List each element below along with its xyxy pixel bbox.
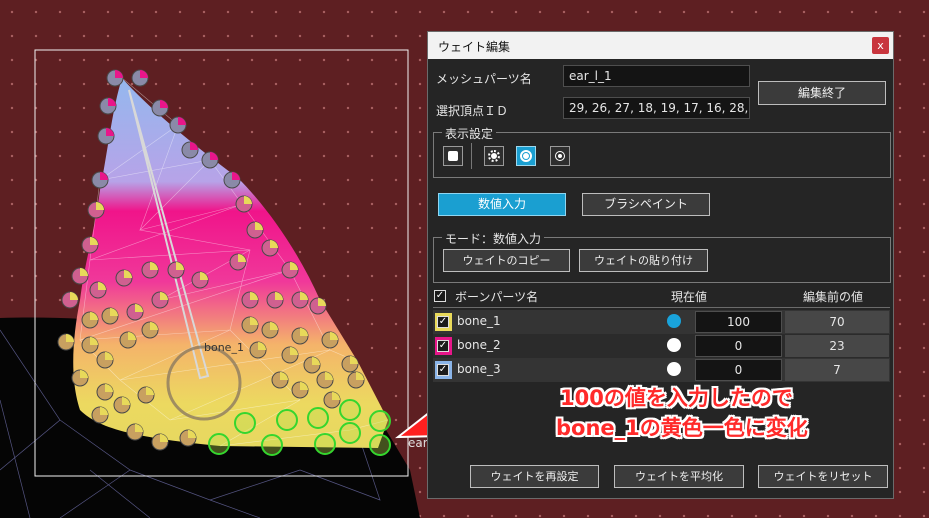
paste-weight-button[interactable]: ウェイトの貼り付け <box>579 249 708 272</box>
bone-select-radio[interactable] <box>667 314 681 328</box>
selected-vertex[interactable] <box>314 433 336 455</box>
copy-weight-button[interactable]: ウェイトのコピー <box>443 249 570 272</box>
current-value-input[interactable]: 100 <box>695 311 782 333</box>
bone-label: bone_1 <box>204 341 244 354</box>
selected-vertex[interactable] <box>339 399 361 421</box>
mesh-part-field[interactable]: ear_l_1 <box>563 65 750 87</box>
bone-visible-checkbox[interactable]: ✓ <box>437 364 449 376</box>
vertex-weight-wedge <box>318 298 326 306</box>
annotation-line-1: 100の値を入力したので <box>560 386 793 410</box>
annotation-line-2: bone_1の黄色一色に変化 <box>556 416 808 440</box>
mode-group: モード：数値入力 ウェイトのコピー ウェイトの貼り付け <box>433 230 891 283</box>
col-before-value: 編集前の値 <box>803 290 864 304</box>
close-button[interactable]: x <box>872 37 889 54</box>
table-header: ✓ ボーンパーツ名 現在値 編集前の値 <box>433 285 890 308</box>
selected-vertex[interactable] <box>276 409 298 431</box>
vertex-weight-wedge <box>190 142 198 150</box>
side-label: ear <box>408 436 428 450</box>
bone-select-radio[interactable] <box>667 338 681 352</box>
vertex-weight-wedge <box>210 152 218 160</box>
vertex-weight-wedge <box>70 292 78 300</box>
finish-edit-button[interactable]: 編集終了 <box>758 81 886 105</box>
display-mode-square-icon[interactable] <box>443 146 463 166</box>
display-mode-circle-icon[interactable] <box>516 146 536 166</box>
table-row[interactable]: ✓ bone_3 0 7 <box>433 358 890 382</box>
selected-vertex[interactable] <box>234 412 256 434</box>
vertex-id-label: 選択頂点ＩＤ <box>436 104 509 118</box>
vertex-weight-wedge <box>232 172 240 180</box>
select-all-checkbox[interactable]: ✓ <box>434 290 446 302</box>
reset-weight-button[interactable]: ウェイトを再設定 <box>470 465 599 488</box>
before-value: 23 <box>785 335 889 357</box>
vertex-weight-wedge <box>350 356 358 364</box>
selected-vertex[interactable] <box>339 422 361 444</box>
vertex-id-field[interactable]: 29, 26, 27, 18, 19, 17, 16, 28, 10, <box>563 97 750 119</box>
col-bone-name: ボーンパーツ名 <box>455 290 539 304</box>
current-value-input[interactable]: 0 <box>695 359 782 381</box>
display-mode-dot-icon[interactable] <box>550 146 570 166</box>
before-value: 7 <box>785 359 889 381</box>
bone-name: bone_1 <box>457 314 501 328</box>
display-settings-legend: 表示設定 <box>442 125 497 142</box>
display-divider <box>471 143 472 169</box>
vertex-weight-wedge <box>178 117 186 125</box>
display-mode-ring-icon[interactable] <box>484 146 504 166</box>
mode-legend: モード：数値入力 <box>442 230 545 247</box>
before-value: 70 <box>785 311 889 333</box>
mesh-part-label: メッシュパーツ名 <box>436 72 532 86</box>
table-row[interactable]: ✓ bone_2 0 23 <box>433 334 890 358</box>
tab-numeric-input[interactable]: 数値入力 <box>438 193 566 216</box>
selected-vertex[interactable] <box>369 410 391 432</box>
clear-weight-button[interactable]: ウェイトをリセット <box>758 465 888 488</box>
bone-visible-checkbox[interactable]: ✓ <box>437 316 449 328</box>
average-weight-button[interactable]: ウェイトを平均化 <box>614 465 744 488</box>
selected-vertex[interactable] <box>369 434 391 456</box>
dialog-titlebar[interactable]: ウェイト編集 x <box>428 32 893 59</box>
bone-visible-checkbox[interactable]: ✓ <box>437 340 449 352</box>
selected-vertex[interactable] <box>261 434 283 456</box>
selected-vertex[interactable] <box>208 433 230 455</box>
bone-select-radio[interactable] <box>667 362 681 376</box>
tab-brush-paint[interactable]: ブラシペイント <box>582 193 710 216</box>
bone-name: bone_3 <box>457 362 501 376</box>
vertex-weight-wedge <box>108 98 116 106</box>
col-current-value: 現在値 <box>671 290 708 304</box>
vertex-weight-wedge <box>160 100 168 108</box>
table-row[interactable]: ✓ bone_1 100 70 <box>433 310 890 334</box>
selected-vertex[interactable] <box>307 407 329 429</box>
bone-name: bone_2 <box>457 338 501 352</box>
display-settings-group: 表示設定 <box>433 125 891 178</box>
vertex-weight-wedge <box>140 70 148 78</box>
current-value-input[interactable]: 0 <box>695 335 782 357</box>
vertex-weight-wedge <box>115 70 123 78</box>
dialog-title: ウェイト編集 <box>438 40 511 54</box>
